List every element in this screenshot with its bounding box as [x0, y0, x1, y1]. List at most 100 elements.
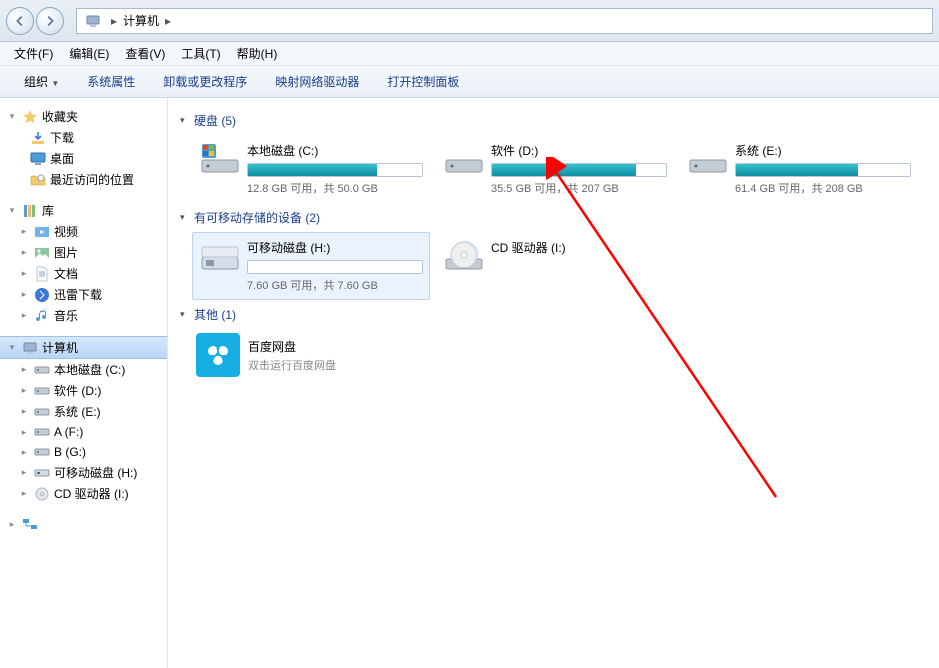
- drive-cd[interactable]: CD 驱动器 (I:): [436, 232, 674, 300]
- baidu-netdisk-icon: [196, 333, 240, 377]
- caret-icon: ▸: [18, 310, 30, 321]
- tree-node-libraries[interactable]: ▾ 库: [0, 200, 167, 221]
- removable-icon: [34, 465, 50, 481]
- caret-icon: ▸: [18, 247, 30, 258]
- drive-c[interactable]: 本地磁盘 (C:) 12.8 GB 可用，共 50.0 GB: [192, 135, 430, 203]
- tree-node-computer[interactable]: ▾ 计算机: [0, 336, 167, 359]
- toolbar-system-properties[interactable]: 系统属性: [73, 73, 149, 90]
- caret-icon: ▸: [18, 226, 30, 237]
- menu-tools[interactable]: 工具(T): [173, 45, 228, 62]
- item-desc: 双击运行百度网盘: [248, 357, 336, 373]
- chevron-down-icon: ▼: [51, 79, 59, 88]
- xunlei-icon: [34, 287, 50, 303]
- toolbar-organize[interactable]: 组织 ▼: [10, 73, 73, 90]
- section-removable[interactable]: ▾ 有可移动存储的设备 (2): [180, 209, 927, 228]
- menu-edit[interactable]: 编辑(E): [61, 45, 117, 62]
- tree-node-drive-h[interactable]: ▸ 可移动磁盘 (H:): [0, 462, 167, 483]
- back-button[interactable]: [6, 7, 34, 35]
- menu-file[interactable]: 文件(F): [6, 45, 61, 62]
- hdd-icon: [34, 383, 50, 399]
- drive-subtext: 7.60 GB 可用，共 7.60 GB: [247, 277, 423, 293]
- menu-bar: 文件(F) 编辑(E) 查看(V) 工具(T) 帮助(H): [0, 42, 939, 66]
- chevron-right-icon: ▸: [163, 14, 173, 28]
- computer-crumb-icon: [81, 13, 109, 29]
- hdd-row: 本地磁盘 (C:) 12.8 GB 可用，共 50.0 GB 软件 (D:) 3…: [192, 135, 927, 203]
- recent-icon: [30, 172, 46, 188]
- cd-icon: [34, 486, 50, 502]
- tree-node-desktop[interactable]: 桌面: [0, 148, 167, 169]
- pictures-icon: [34, 245, 50, 261]
- usage-bar: [247, 163, 423, 177]
- forward-button[interactable]: [36, 7, 64, 35]
- toolbar-uninstall[interactable]: 卸载或更改程序: [149, 73, 261, 90]
- menu-view[interactable]: 查看(V): [117, 45, 173, 62]
- navigation-bar: ▸ 计算机 ▸: [0, 0, 939, 42]
- caret-icon: ▸: [18, 406, 30, 417]
- tree-libraries: ▾ 库 ▸ 视频 ▸ 图片 ▸ 文档 ▸ 迅雷下载: [0, 200, 167, 326]
- drive-title: CD 驱动器 (I:): [491, 239, 566, 256]
- cd-drive-icon: [443, 239, 485, 275]
- tree-node-network[interactable]: ▸: [0, 514, 167, 534]
- tree-node-documents[interactable]: ▸ 文档: [0, 263, 167, 284]
- caret-icon: ▾: [6, 342, 18, 353]
- tree-node-drive-e[interactable]: ▸ 系统 (E:): [0, 401, 167, 422]
- item-baidu-netdisk[interactable]: 百度网盘 双击运行百度网盘: [192, 329, 452, 381]
- sidebar: ▾ 收藏夹 下载 桌面 最近访问的位置 ▾ 库: [0, 98, 168, 668]
- caret-icon: ▸: [18, 447, 30, 458]
- caret-icon: ▸: [18, 385, 30, 396]
- body: ▾ 收藏夹 下载 桌面 最近访问的位置 ▾ 库: [0, 98, 939, 668]
- tree-node-drive-f[interactable]: ▸ A (F:): [0, 422, 167, 442]
- caret-icon: ▸: [18, 289, 30, 300]
- arrow-right-icon: [43, 14, 57, 28]
- tree-node-drive-i[interactable]: ▸ CD 驱动器 (I:): [0, 483, 167, 504]
- address-bar[interactable]: ▸ 计算机 ▸: [76, 8, 933, 34]
- drive-e[interactable]: 系统 (E:) 61.4 GB 可用，共 208 GB: [680, 135, 918, 203]
- computer-icon: [22, 340, 38, 356]
- toolbar-control-panel[interactable]: 打开控制面板: [373, 73, 473, 90]
- caret-icon: ▾: [180, 115, 192, 126]
- library-icon: [22, 203, 38, 219]
- tree-node-pictures[interactable]: ▸ 图片: [0, 242, 167, 263]
- tree-node-drive-d[interactable]: ▸ 软件 (D:): [0, 380, 167, 401]
- usage-bar: [247, 260, 423, 274]
- hdd-icon: [34, 424, 50, 440]
- caret-icon: ▸: [6, 519, 18, 530]
- breadcrumb-computer[interactable]: 计算机: [119, 12, 163, 29]
- main-content: ▾ 硬盘 (5) 本地磁盘 (C:) 12.8 GB 可用，共 50.0 GB: [168, 98, 939, 668]
- section-hdd[interactable]: ▾ 硬盘 (5): [180, 112, 927, 131]
- drive-subtext: 12.8 GB 可用，共 50.0 GB: [247, 180, 423, 196]
- item-name: 百度网盘: [248, 338, 336, 355]
- music-icon: [34, 308, 50, 324]
- tree-node-drive-c[interactable]: ▸ 本地磁盘 (C:): [0, 359, 167, 380]
- tree-node-drive-g[interactable]: ▸ B (G:): [0, 442, 167, 462]
- drive-subtext: 35.5 GB 可用，共 207 GB: [491, 180, 667, 196]
- tree-node-xunlei[interactable]: ▸ 迅雷下载: [0, 284, 167, 305]
- tree-node-downloads[interactable]: 下载: [0, 127, 167, 148]
- drive-title: 软件 (D:): [491, 142, 667, 159]
- section-other[interactable]: ▾ 其他 (1): [180, 306, 927, 325]
- star-icon: [22, 109, 38, 125]
- caret-icon: ▸: [18, 364, 30, 375]
- caret-icon: ▸: [18, 467, 30, 478]
- removable-row: 可移动磁盘 (H:) 7.60 GB 可用，共 7.60 GB CD 驱动器 (…: [192, 232, 927, 300]
- removable-drive-icon: [199, 239, 241, 275]
- drive-h[interactable]: 可移动磁盘 (H:) 7.60 GB 可用，共 7.60 GB: [192, 232, 430, 300]
- tree-node-favorites[interactable]: ▾ 收藏夹: [0, 106, 167, 127]
- hdd-icon: [34, 444, 50, 460]
- caret-icon: ▾: [6, 205, 18, 216]
- usage-bar: [735, 163, 911, 177]
- network-icon: [22, 516, 38, 532]
- tree-node-videos[interactable]: ▸ 视频: [0, 221, 167, 242]
- toolbar-map-drive[interactable]: 映射网络驱动器: [261, 73, 373, 90]
- caret-icon: ▸: [18, 268, 30, 279]
- drive-subtext: 61.4 GB 可用，共 208 GB: [735, 180, 911, 196]
- menu-help[interactable]: 帮助(H): [229, 45, 286, 62]
- tree-network: ▸: [0, 514, 167, 534]
- hdd-icon: [687, 142, 729, 178]
- tree-node-music[interactable]: ▸ 音乐: [0, 305, 167, 326]
- hdd-icon: [34, 404, 50, 420]
- desktop-icon: [30, 151, 46, 167]
- drive-d[interactable]: 软件 (D:) 35.5 GB 可用，共 207 GB: [436, 135, 674, 203]
- hdd-icon: [199, 142, 241, 178]
- tree-node-recent[interactable]: 最近访问的位置: [0, 169, 167, 190]
